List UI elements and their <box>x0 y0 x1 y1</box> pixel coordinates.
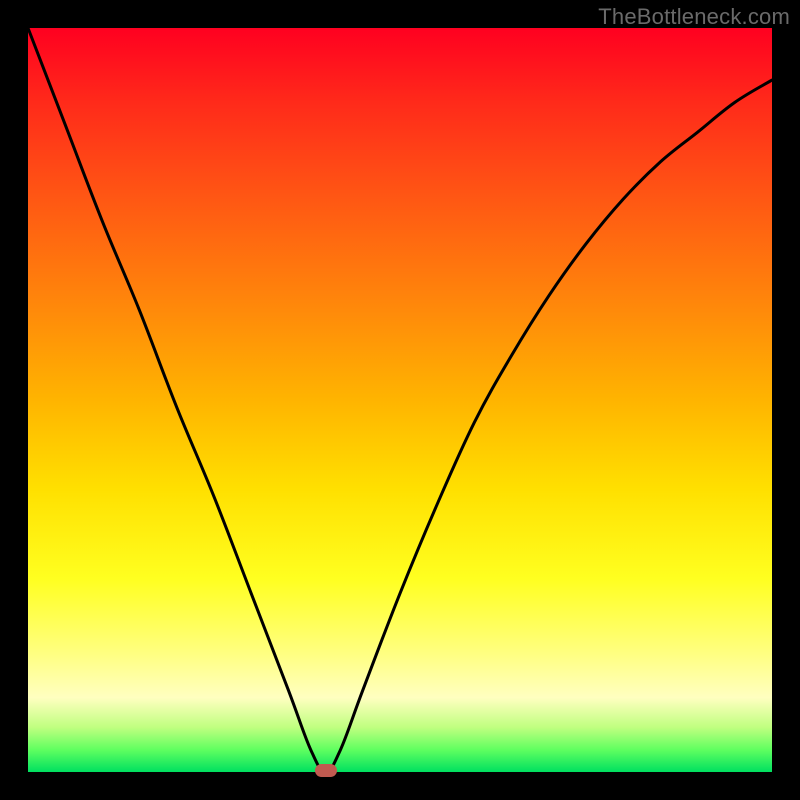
minimum-marker <box>315 764 337 777</box>
bottleneck-curve <box>28 28 772 772</box>
watermark-text: TheBottleneck.com <box>598 4 790 30</box>
chart-frame: TheBottleneck.com <box>0 0 800 800</box>
plot-area <box>28 28 772 772</box>
